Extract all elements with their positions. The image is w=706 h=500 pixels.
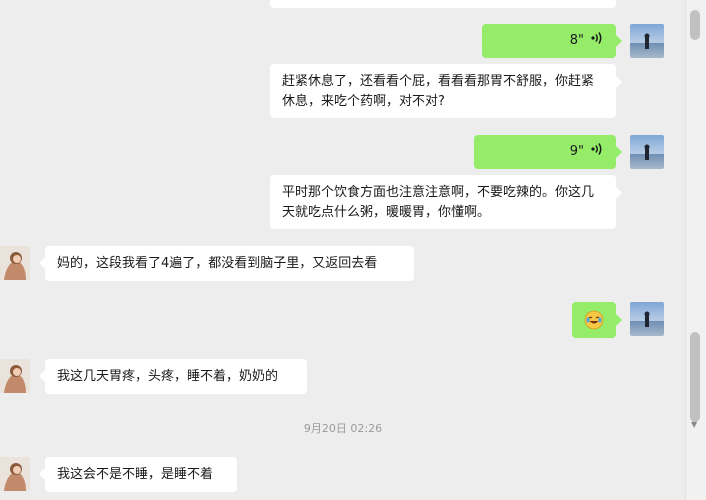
voice-duration: 8": [569, 33, 584, 48]
bubble-tail: [616, 146, 622, 158]
voice-duration: 9": [569, 144, 584, 159]
bubble-tail: [616, 76, 622, 88]
message-bubble[interactable]: 平时那个饮食方面也注意注意啊，不要吃辣的。你这几天就吃点什么粥，暖暖胃，你懂啊。: [270, 175, 616, 229]
message-timestamp: 9月20日 02:26: [303, 422, 383, 435]
chat-message-area[interactable]: 8" 赶紧休息了，还看看个屁，看看看那胃不舒服，你赶紧休息，来吃个药啊，对不对?…: [0, 0, 686, 500]
message-text: 我这会不是不睡，是睡不着: [57, 467, 214, 482]
message-bubble[interactable]: 妈的，这段我看了4遍了，都没看到脑子里，又返回去看: [45, 246, 414, 281]
message-text: 我这几天胃疼，头疼，睡不着，奶奶的: [57, 369, 279, 384]
voice-message-bubble[interactable]: 9": [474, 135, 616, 169]
scrollbar-thumb[interactable]: [690, 332, 700, 422]
message-text: 平时那个饮食方面也注意注意啊，不要吃辣的。你这几天就吃点什么粥，暖暖胃，你懂啊。: [282, 185, 595, 220]
emoji-message-bubble[interactable]: [572, 302, 616, 338]
bubble-tail: [616, 35, 622, 47]
my-avatar[interactable]: [630, 24, 664, 58]
message-bubble-partial: [270, 0, 616, 8]
contact-avatar[interactable]: [0, 359, 30, 393]
scrollbar-thumb-top[interactable]: [690, 10, 700, 40]
my-avatar[interactable]: [630, 135, 664, 169]
message-text: 赶紧休息了，还看看个屁，看看看那胃不舒服，你赶紧休息，来吃个药啊，对不对?: [282, 74, 595, 109]
message-bubble[interactable]: 我这几天胃疼，头疼，睡不着，奶奶的: [45, 359, 307, 394]
contact-avatar[interactable]: [0, 457, 30, 491]
vertical-scrollbar[interactable]: ▼: [685, 0, 706, 500]
bubble-tail: [616, 314, 622, 326]
my-avatar[interactable]: [630, 302, 664, 336]
voice-message-bubble[interactable]: 8": [482, 24, 616, 58]
contact-avatar[interactable]: [0, 246, 30, 280]
message-text: 妈的，这段我看了4遍了，都没看到脑子里，又返回去看: [57, 256, 378, 271]
message-bubble[interactable]: 赶紧休息了，还看看个屁，看看看那胃不舒服，你赶紧休息，来吃个药啊，对不对?: [270, 64, 616, 118]
scroll-down-arrow-icon[interactable]: ▼: [691, 420, 697, 429]
voice-wave-icon: [590, 142, 604, 163]
crying-laughing-emoji-icon: [584, 310, 604, 337]
message-bubble[interactable]: 我这会不是不睡，是睡不着: [45, 457, 237, 492]
voice-wave-icon: [590, 31, 604, 52]
bubble-tail: [616, 187, 622, 199]
